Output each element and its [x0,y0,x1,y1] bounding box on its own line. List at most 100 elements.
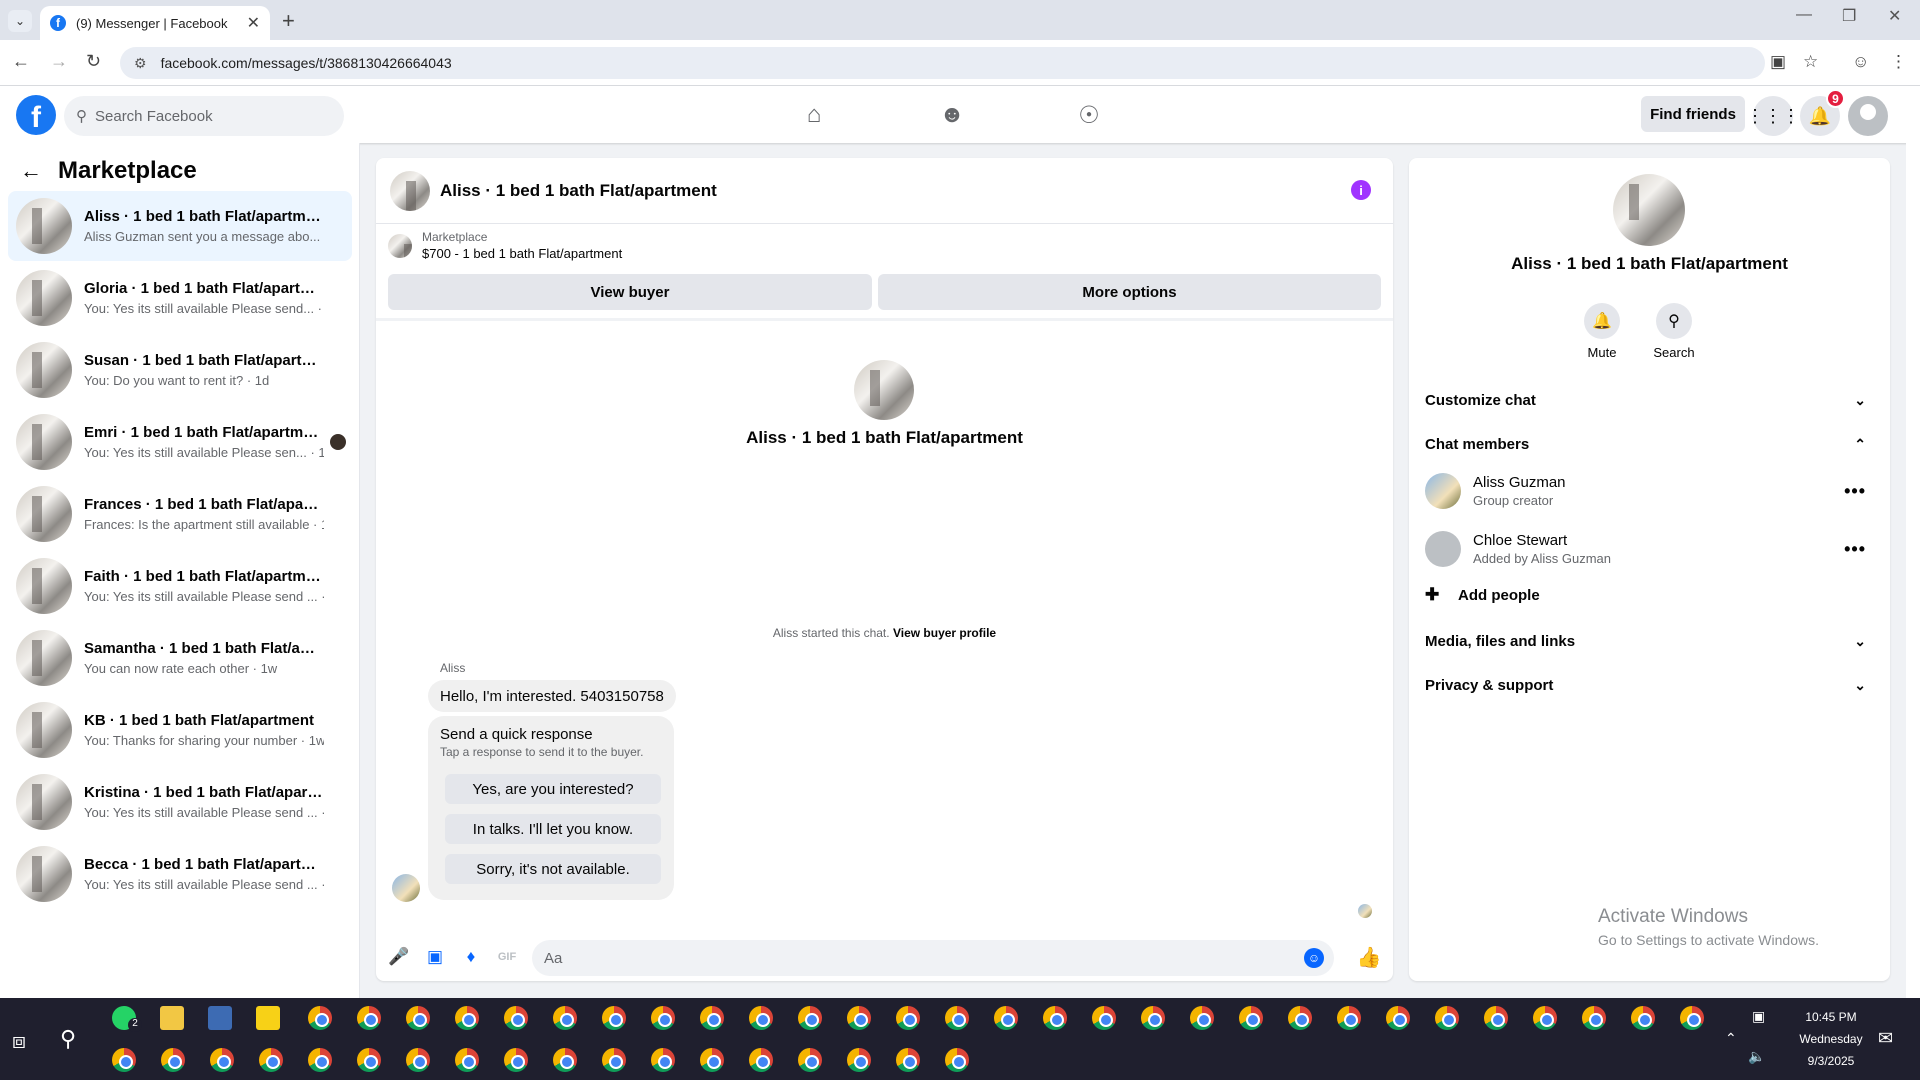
chrome-icon[interactable] [602,1006,626,1030]
more-options-icon[interactable]: ••• [1844,539,1866,560]
forward-arrow-icon[interactable]: → [50,51,68,72]
browser-menu-icon[interactable]: ⋮ [1890,52,1907,72]
customize-chat-row[interactable]: Customize chat ⌄ [1425,380,1874,420]
chrome-icon[interactable] [896,1006,920,1030]
chrome-icon[interactable] [1533,1006,1557,1030]
menu-grid-icon[interactable]: ⋮⋮⋮ [1746,96,1800,136]
chrome-icon[interactable] [602,1048,626,1072]
listing-summary[interactable]: Marketplace $700 - 1 bed 1 bath Flat/apa… [388,230,622,261]
search-facebook-input[interactable]: ⚲ Search Facebook [64,96,344,136]
chrome-icon[interactable] [1435,1006,1459,1030]
close-window-icon[interactable]: ✕ [1888,6,1901,26]
browser-tab[interactable]: f (9) Messenger | Facebook ✕ [40,6,270,40]
gif-icon[interactable]: GIF [496,946,518,968]
chrome-icon[interactable] [749,1006,773,1030]
conversation-item[interactable]: Gloria · 1 bed 1 bath Flat/apartment You:… [8,263,352,333]
back-arrow-icon[interactable]: ← [20,158,42,184]
sticky-notes-icon[interactable] [256,1006,280,1030]
clock-date[interactable]: 9/3/2025 [1796,1054,1866,1068]
mute-button[interactable]: 🔔 Mute [1572,303,1632,360]
conversation-item[interactable]: Emri · 1 bed 1 bath Flat/apartment You: Y… [8,407,352,477]
sender-avatar[interactable] [392,874,420,902]
chrome-icon[interactable] [1190,1006,1214,1030]
chrome-icon[interactable] [357,1048,381,1072]
chrome-icon[interactable] [798,1048,822,1072]
bookmark-star-icon[interactable]: ☆ [1803,52,1818,72]
back-arrow-icon[interactable]: ← [12,51,30,72]
tab-list-chevron-icon[interactable]: ⌄ [8,10,32,32]
thumbs-up-icon[interactable]: 👍 [1357,946,1382,969]
windows-start-icon[interactable]: ⧈ [12,1028,26,1054]
conversation-item[interactable]: Aliss · 1 bed 1 bath Flat/apartment Aliss… [8,191,352,261]
minimize-icon[interactable]: — [1796,6,1812,24]
chrome-icon[interactable] [259,1048,283,1072]
close-tab-icon[interactable]: ✕ [247,13,260,33]
chrome-icon[interactable] [700,1006,724,1030]
chrome-icon[interactable] [112,1048,136,1072]
chrome-icon[interactable] [798,1006,822,1030]
conversation-item[interactable]: Samantha · 1 bed 1 bath Flat/apart... You… [8,623,352,693]
chrome-icon[interactable] [455,1048,479,1072]
account-avatar[interactable] [1848,96,1888,136]
search-chat-button[interactable]: ⚲ Search [1644,303,1704,360]
sticker-icon[interactable]: ♦ [460,946,482,968]
view-buyer-button[interactable]: View buyer [388,274,872,310]
chrome-icon[interactable] [357,1006,381,1030]
info-icon[interactable]: i [1351,180,1371,200]
emoji-icon[interactable]: ☺ [1304,948,1324,968]
chrome-icon[interactable] [945,1048,969,1072]
tray-device-icon[interactable]: ▣ [1752,1008,1765,1025]
groups-icon[interactable]: ☉ [1069,98,1109,132]
more-options-icon[interactable]: ••• [1844,481,1866,502]
chrome-icon[interactable] [1043,1006,1067,1030]
chrome-icon[interactable] [504,1048,528,1072]
profile-icon[interactable]: ☺ [1852,52,1869,72]
chrome-icon[interactable] [896,1048,920,1072]
conversation-item[interactable]: KB · 1 bed 1 bath Flat/apartment You: Tha… [8,695,352,765]
conversation-item[interactable]: Faith · 1 bed 1 bath Flat/apartment You: … [8,551,352,621]
new-tab-icon[interactable]: + [282,8,295,34]
chrome-icon[interactable] [406,1048,430,1072]
search-icon[interactable]: ⚲ [60,1026,76,1052]
chat-members-row[interactable]: Chat members ⌃ [1425,424,1874,464]
chrome-icon[interactable] [161,1048,185,1072]
chat-title[interactable]: Aliss · 1 bed 1 bath Flat/apartment [440,181,717,201]
volume-icon[interactable]: 🔈 [1748,1048,1765,1065]
chrome-icon[interactable] [406,1006,430,1030]
find-friends-button[interactable]: Find friends [1641,96,1745,132]
conversation-item[interactable]: Frances · 1 bed 1 bath Flat/apartm... Fra… [8,479,352,549]
conversation-item[interactable]: Susan · 1 bed 1 bath Flat/apartment You: … [8,335,352,405]
listing-thumbnail[interactable] [390,170,430,211]
chrome-icon[interactable] [455,1006,479,1030]
member-row[interactable]: Aliss Guzman Group creator ••• [1425,466,1874,516]
friends-icon[interactable]: ☻ [932,98,972,132]
chrome-icon[interactable] [308,1006,332,1030]
chrome-icon[interactable] [210,1048,234,1072]
app-icon[interactable] [208,1006,232,1030]
chrome-icon[interactable] [945,1006,969,1030]
conversation-item[interactable]: Kristina · 1 bed 1 bath Flat/apartm... Yo… [8,767,352,837]
chrome-icon[interactable] [749,1048,773,1072]
chrome-icon[interactable] [1631,1006,1655,1030]
clock-day[interactable]: Wednesday [1796,1032,1866,1046]
quick-reply-button[interactable]: Yes, are you interested? [445,774,661,804]
chrome-icon[interactable] [553,1006,577,1030]
chrome-icon[interactable] [994,1006,1018,1030]
tray-chevron-icon[interactable]: ⌃ [1725,1030,1737,1047]
photo-icon[interactable]: ▣ [424,946,446,968]
view-buyer-profile-link[interactable]: View buyer profile [893,626,996,640]
facebook-logo-icon[interactable]: f [16,95,56,135]
chrome-icon[interactable] [1386,1006,1410,1030]
chrome-icon[interactable] [1337,1006,1361,1030]
chrome-icon[interactable] [1680,1006,1704,1030]
chrome-icon[interactable] [847,1006,871,1030]
chrome-icon[interactable] [1239,1006,1263,1030]
chrome-icon[interactable] [553,1048,577,1072]
home-icon[interactable]: ⌂ [794,98,834,132]
member-row[interactable]: Chloe Stewart Added by Aliss Guzman ••• [1425,524,1874,574]
site-info-icon[interactable]: ⚙ [134,55,147,72]
chrome-icon[interactable] [308,1048,332,1072]
address-bar[interactable]: ⚙ facebook.com/messages/t/38681304266640… [120,47,1765,79]
notification-center-icon[interactable]: ✉ [1878,1028,1893,1049]
chrome-icon[interactable] [1288,1006,1312,1030]
